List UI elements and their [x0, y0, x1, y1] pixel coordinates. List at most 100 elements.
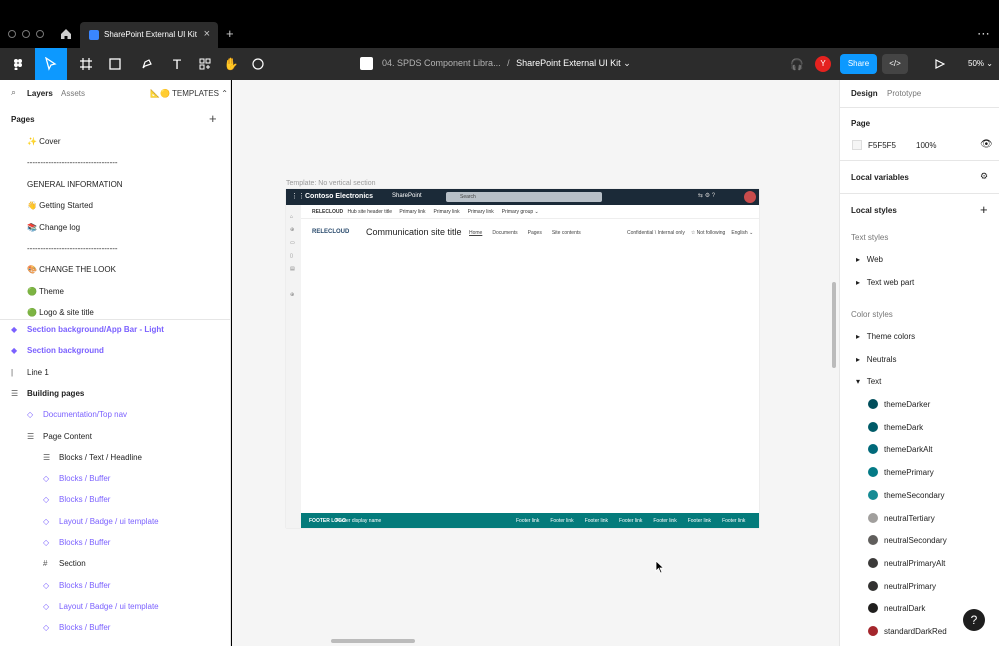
home-icon[interactable]: [60, 28, 72, 40]
text-tool-icon[interactable]: T: [168, 56, 186, 72]
text-color-group[interactable]: ▾ Text: [856, 377, 881, 386]
color-swatch[interactable]: [868, 489, 878, 500]
color-style-name[interactable]: neutralPrimaryAlt: [884, 559, 945, 568]
text-style-group-label: Web: [866, 255, 883, 264]
color-swatch[interactable]: [868, 535, 878, 546]
color-style-name[interactable]: themeDarker: [884, 400, 930, 409]
tab-title: SharePoint External UI Kit: [104, 30, 197, 39]
tab-layers[interactable]: Layers: [27, 89, 53, 98]
window-maximize-dot[interactable]: [36, 30, 44, 38]
color-swatch[interactable]: [868, 444, 878, 455]
templates-menu[interactable]: 📐🟡 TEMPLATES ⌃: [150, 89, 228, 98]
hand-tool-icon[interactable]: ✋: [222, 56, 240, 72]
canvas[interactable]: Template: No vertical section ⋮⋮ Contoso…: [232, 80, 839, 646]
layer-row[interactable]: ◇ Blocks / Buffer: [0, 575, 230, 596]
color-style-name[interactable]: themeSecondary: [884, 491, 944, 500]
page-color-swatch[interactable]: [852, 140, 862, 150]
tab-assets[interactable]: Assets: [61, 89, 85, 98]
headphones-icon[interactable]: 🎧: [789, 56, 805, 72]
layer-row[interactable]: ◇ Blocks / Buffer: [0, 617, 230, 638]
layer-label: Blocks / Buffer: [59, 580, 111, 590]
layer-row[interactable]: | Line 1: [0, 362, 230, 383]
add-style-icon[interactable]: +: [980, 202, 988, 217]
eye-icon[interactable]: 👁: [980, 139, 993, 150]
browser-tab[interactable]: SharePoint External UI Kit ×: [80, 22, 218, 48]
rectangle-tool-icon[interactable]: [105, 56, 125, 72]
search-icon[interactable]: ⌕: [11, 87, 16, 98]
main-menu-icon[interactable]: [8, 56, 28, 72]
color-style-name[interactable]: themeDark: [884, 423, 923, 432]
share-button[interactable]: Share: [840, 54, 877, 74]
page-item[interactable]: 🟢 Theme: [0, 281, 230, 302]
more-icon[interactable]: ⋯: [977, 26, 990, 42]
page-item[interactable]: ✨ Cover: [0, 131, 230, 152]
zoom-menu[interactable]: 50% ⌄: [968, 59, 993, 68]
page-item[interactable]: 📚 Change log: [0, 217, 230, 238]
color-style-name[interactable]: neutralDark: [884, 604, 925, 613]
layer-row[interactable]: ◇ Documentation/Top nav: [0, 404, 230, 425]
present-play-icon[interactable]: [932, 56, 948, 72]
color-style-name[interactable]: standardDarkRed: [884, 627, 947, 636]
horizontal-scrollbar[interactable]: [331, 639, 415, 643]
window-minimize-dot[interactable]: [22, 30, 30, 38]
layer-row[interactable]: ☰ Building pages: [0, 383, 230, 404]
local-variables[interactable]: Local variables: [851, 173, 909, 182]
layer-row[interactable]: ◆ Section background/App Bar - Light: [0, 319, 230, 340]
text-style-group[interactable]: ▸ Web: [856, 255, 883, 264]
vertical-scrollbar[interactable]: [832, 282, 836, 368]
color-style-name[interactable]: neutralSecondary: [884, 536, 947, 545]
breadcrumb-project[interactable]: 04. SPDS Component Libra...: [382, 58, 501, 68]
new-tab-icon[interactable]: +: [226, 26, 234, 41]
resources-tool-icon[interactable]: [196, 56, 214, 72]
page-opacity-value[interactable]: 100%: [916, 141, 936, 150]
text-style-group[interactable]: ▸ Text web part: [856, 278, 914, 287]
window-close-dot[interactable]: [8, 30, 16, 38]
tab-close-icon[interactable]: ×: [204, 28, 210, 40]
page-item[interactable]: 👋 Getting Started: [0, 195, 230, 216]
page-item[interactable]: ----------------------------------: [0, 238, 230, 259]
dev-mode-button[interactable]: </>: [882, 54, 908, 74]
chevron-down-icon[interactable]: ⌄: [623, 58, 631, 68]
avatar[interactable]: Y: [815, 56, 831, 72]
comment-tool-icon[interactable]: [249, 56, 267, 72]
frame-tool-icon[interactable]: [76, 56, 96, 72]
color-swatch[interactable]: [868, 467, 878, 478]
page-item[interactable]: ----------------------------------: [0, 152, 230, 173]
layer-row[interactable]: ☰ Page Content: [0, 426, 230, 447]
variables-settings-icon[interactable]: ⚙: [980, 171, 988, 182]
color-style-group[interactable]: ▸ Neutrals: [856, 355, 896, 364]
color-style-name[interactable]: neutralTertiary: [884, 514, 935, 523]
frame-label[interactable]: Template: No vertical section: [286, 180, 375, 187]
layer-row[interactable]: ◇ Layout / Badge / ui template: [0, 596, 230, 617]
color-swatch[interactable]: [868, 512, 878, 523]
color-swatch[interactable]: [868, 399, 878, 409]
move-tool-button[interactable]: [35, 48, 67, 80]
tab-design[interactable]: Design: [851, 89, 878, 98]
color-swatch[interactable]: [868, 580, 878, 591]
color-swatch[interactable]: [868, 603, 878, 614]
layer-row[interactable]: ◇ Layout / Badge / ui template: [0, 511, 230, 532]
layer-row[interactable]: ◇ Blocks / Buffer: [0, 468, 230, 489]
color-style-name[interactable]: themeDarkAlt: [884, 445, 932, 454]
color-swatch[interactable]: [868, 557, 878, 568]
color-style-name[interactable]: neutralPrimary: [884, 582, 936, 591]
layer-row[interactable]: # Section: [0, 553, 230, 574]
pen-tool-icon[interactable]: [137, 56, 157, 72]
color-swatch[interactable]: [868, 421, 878, 432]
color-style-group[interactable]: ▸ Theme colors: [856, 332, 915, 341]
page-item[interactable]: GENERAL INFORMATION: [0, 174, 230, 195]
breadcrumb-file[interactable]: SharePoint External UI Kit: [516, 58, 621, 68]
page-item[interactable]: 🎨 CHANGE THE LOOK: [0, 259, 230, 280]
color-swatch[interactable]: [868, 626, 878, 636]
help-button[interactable]: ?: [963, 609, 985, 631]
layer-row[interactable]: ☰ Blocks / Text / Headline: [0, 447, 230, 468]
color-style-name[interactable]: themePrimary: [884, 468, 934, 477]
breadcrumb[interactable]: 04. SPDS Component Libra... / SharePoint…: [382, 58, 631, 69]
page-color-value[interactable]: F5F5F5: [868, 141, 896, 150]
template-frame[interactable]: ⋮⋮ Contoso Electronics SharePoint Search…: [286, 189, 759, 528]
layer-row[interactable]: ◇ Blocks / Buffer: [0, 532, 230, 553]
layer-row[interactable]: ◆ Section background: [0, 340, 230, 361]
layer-row[interactable]: ◇ Blocks / Buffer: [0, 489, 230, 510]
tab-prototype[interactable]: Prototype: [887, 89, 921, 98]
add-page-icon[interactable]: +: [209, 111, 217, 126]
